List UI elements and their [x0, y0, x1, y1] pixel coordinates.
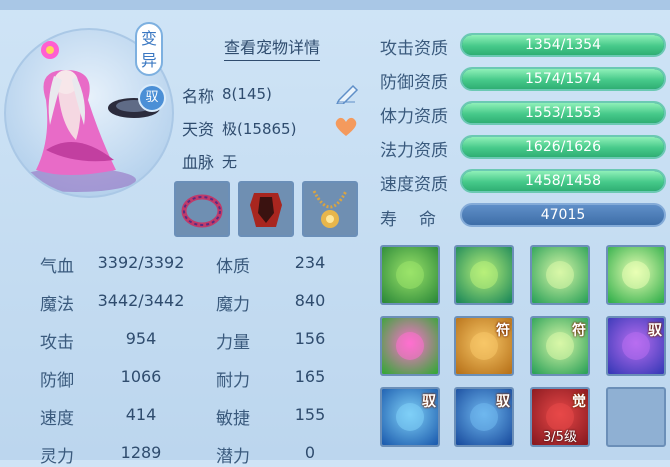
stat-value: 156	[294, 329, 326, 348]
stat-value: 414	[125, 405, 157, 424]
aptitude-bar: 1458/1458	[460, 169, 666, 193]
skill-tag: 驭	[648, 323, 662, 339]
bloodline-value: 无	[222, 153, 238, 171]
skill-tag: 驭	[496, 394, 510, 410]
aptitude-value: 1354/1354	[525, 37, 601, 53]
stat-label: 力量	[216, 333, 250, 353]
aptitude-label: 攻击资质	[380, 39, 448, 59]
aptitude-value: 1458/1458	[525, 173, 601, 189]
armor-icon	[250, 193, 282, 227]
heart-skill-icon	[382, 318, 438, 374]
name-value: 8(145)	[222, 85, 272, 103]
skill-tag: 符	[572, 323, 586, 339]
aptitude-bar: 1626/1626	[460, 135, 666, 159]
stat-value: 840	[294, 291, 326, 310]
top-header-bar	[0, 0, 670, 10]
skill-slot[interactable]	[380, 245, 440, 305]
stat-value: 234	[294, 253, 326, 272]
edit-pencil-icon[interactable]	[335, 80, 361, 108]
stat-label: 灵力	[40, 447, 74, 467]
stat-value: 1289	[120, 443, 162, 462]
aptitude-value: 1626/1626	[525, 139, 601, 155]
aptitude-label: 天资	[182, 120, 215, 139]
stat-value: 3442/3442	[97, 291, 185, 310]
stat-value: 1066	[120, 367, 162, 386]
skill-slot[interactable]	[454, 245, 514, 305]
equipment-slot-armor[interactable]	[238, 181, 294, 237]
ghost-skill-icon	[382, 247, 438, 303]
whirlwind-ghost-skill-icon	[456, 247, 512, 303]
aptitude-bar: 1354/1354	[460, 33, 666, 57]
aptitude-bar: 1553/1553	[460, 101, 666, 125]
stat-label: 防御	[40, 371, 74, 391]
stat-label: 魔法	[40, 295, 74, 315]
stat-value: 155	[294, 405, 326, 424]
aptitude-value: 1553/1553	[525, 105, 601, 121]
stat-value: 3392/3392	[97, 253, 185, 272]
bloodline-label: 血脉	[182, 153, 215, 172]
skill-slot[interactable]	[530, 245, 590, 305]
life-value: 47015	[540, 207, 586, 223]
aptitude-label: 速度资质	[380, 175, 448, 195]
skill-slot[interactable]	[606, 245, 666, 305]
stat-label: 速度	[40, 409, 74, 429]
stat-label: 魔力	[216, 295, 250, 315]
heart-icon[interactable]	[334, 116, 358, 142]
stat-value: 954	[125, 329, 157, 348]
skill-slot[interactable]: 觉 3/5级	[530, 387, 590, 447]
stat-value: 0	[304, 443, 316, 462]
mutation-badge: 变异	[135, 22, 163, 76]
stat-label: 气血	[40, 257, 74, 277]
aptitude-label: 体力资质	[380, 107, 448, 127]
life-label: 寿命	[380, 210, 458, 230]
aptitude-label: 防御资质	[380, 73, 448, 93]
stat-label: 耐力	[216, 371, 250, 391]
empty-skill-slot[interactable]	[606, 387, 666, 447]
aptitude-label: 法力资质	[380, 141, 448, 161]
stat-value: 165	[294, 367, 326, 386]
name-label: 名称	[182, 87, 215, 106]
hand-gesture-skill-icon	[532, 247, 588, 303]
stat-label: 敏捷	[216, 409, 250, 429]
ride-badge: 驭	[138, 84, 166, 112]
stat-label: 体质	[216, 257, 250, 277]
aptitude-value: 极(15865)	[222, 120, 297, 138]
skill-slot[interactable]: 符	[454, 316, 514, 376]
skill-tag: 驭	[422, 394, 436, 410]
equipment-slot-collar[interactable]	[174, 181, 230, 237]
aptitude-value: 1574/1574	[525, 71, 601, 87]
skill-slot[interactable]: 符	[530, 316, 590, 376]
stat-label: 潜力	[216, 447, 250, 467]
view-pet-details-link[interactable]: 查看宠物详情	[224, 34, 321, 61]
life-bar: 47015	[460, 203, 666, 227]
stat-label: 攻击	[40, 333, 74, 353]
skill-slot[interactable]	[380, 316, 440, 376]
skill-tag: 觉	[572, 394, 586, 410]
skill-slot[interactable]: 驭	[454, 387, 514, 447]
skill-tag: 符	[496, 323, 510, 339]
aptitude-bar: 1574/1574	[460, 67, 666, 91]
skill-slot[interactable]: 驭	[606, 316, 666, 376]
collar-icon	[181, 194, 223, 228]
equipment-slot-amulet[interactable]	[302, 181, 358, 237]
skill-level: 3/5级	[543, 430, 577, 445]
skill-slot[interactable]: 驭	[380, 387, 440, 447]
amulet-icon	[312, 190, 348, 228]
light-hand-skill-icon	[608, 247, 664, 303]
